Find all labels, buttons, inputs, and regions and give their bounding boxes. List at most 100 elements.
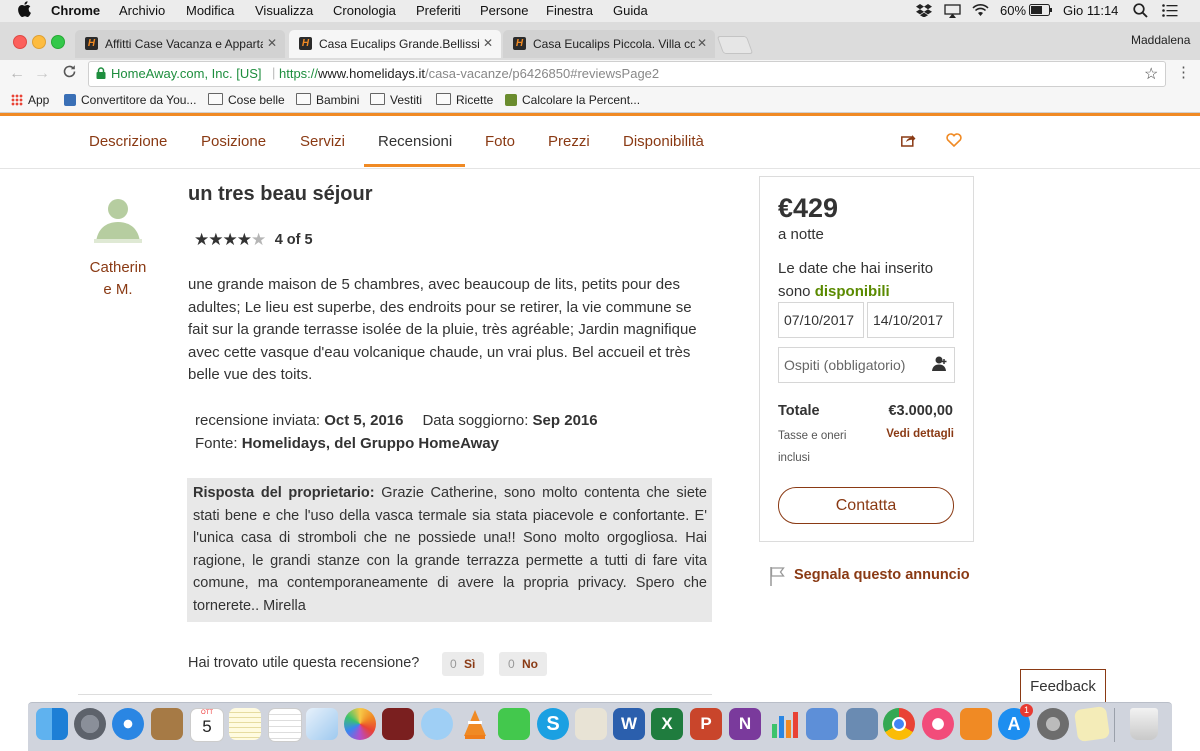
nav-prezzi[interactable]: Prezzi: [548, 133, 590, 150]
menu-modifica[interactable]: Modifica: [186, 3, 234, 18]
bookmark-star-icon[interactable]: ☆: [1144, 64, 1158, 84]
lock-icon: [96, 67, 106, 82]
vlc-icon[interactable]: [459, 708, 491, 740]
bookmark-apps[interactable]: App: [11, 93, 49, 107]
dropbox-icon[interactable]: [916, 4, 932, 20]
ibooks-icon[interactable]: [960, 708, 992, 740]
photo-booth-icon[interactable]: [382, 708, 414, 740]
calendar-icon[interactable]: OTT 5: [190, 708, 224, 742]
reminders-icon[interactable]: [268, 708, 302, 742]
menubar-clock[interactable]: Gio 11:14: [1063, 3, 1118, 18]
checkout-date-input[interactable]: 14/10/2017: [867, 302, 954, 338]
bookmark-folder-bambini[interactable]: Bambini: [296, 93, 359, 107]
report-listing-link[interactable]: Segnala questo annuncio: [794, 567, 970, 583]
stickies-icon[interactable]: [1073, 705, 1111, 743]
heart-favorite-icon[interactable]: [946, 133, 962, 152]
notes-icon[interactable]: [229, 708, 261, 740]
onenote-icon[interactable]: N: [729, 708, 761, 740]
tab-casa-eucalips-piccola[interactable]: H Casa Eucalips Piccola. Villa co ✕: [503, 30, 715, 58]
close-tab-icon[interactable]: ✕: [483, 36, 493, 50]
profile-name[interactable]: Maddalena: [1131, 33, 1190, 47]
menu-persone[interactable]: Persone: [480, 3, 528, 18]
tab-affitti[interactable]: H Affitti Case Vacanza e Apparta ✕: [75, 30, 285, 58]
dock-separator: [1114, 708, 1115, 742]
wifi-icon[interactable]: [972, 3, 989, 20]
nav-recensioni[interactable]: Recensioni: [378, 133, 452, 150]
review-author[interactable]: Catherin e M.: [87, 257, 149, 301]
menu-cronologia[interactable]: Cronologia: [333, 3, 396, 18]
menu-guida[interactable]: Guida: [613, 3, 648, 18]
helpful-yes-button[interactable]: 0 Sì: [442, 652, 484, 676]
preview-icon[interactable]: [306, 708, 338, 740]
messages-icon[interactable]: [421, 708, 453, 740]
facetime-icon[interactable]: [498, 708, 530, 740]
menu-visualizza[interactable]: Visualizza: [255, 3, 313, 18]
apple-icon[interactable]: [18, 1, 31, 21]
new-tab-button[interactable]: [716, 36, 754, 54]
nav-posizione[interactable]: Posizione: [201, 133, 266, 150]
nav-descrizione[interactable]: Descrizione: [89, 133, 167, 150]
price-details-link[interactable]: Vedi dettagli: [880, 428, 954, 440]
system-preferences-icon[interactable]: [1037, 708, 1069, 740]
powerpoint-icon[interactable]: P: [690, 708, 722, 740]
taxes-line: Tasse e oneri: [778, 430, 847, 442]
nav-disponibilita[interactable]: Disponibilità: [623, 133, 704, 150]
itunes-icon[interactable]: [922, 708, 954, 740]
contacts-icon[interactable]: [151, 708, 183, 740]
calculator-icon: [505, 94, 517, 106]
window-close-button[interactable]: [13, 35, 27, 49]
flag-icon[interactable]: [769, 566, 789, 591]
rating-text: 4 of 5: [274, 232, 313, 248]
bookmark-folder-cose-belle[interactable]: Cose belle: [208, 93, 285, 107]
launchpad-icon[interactable]: [74, 708, 106, 740]
trash-icon[interactable]: [1130, 708, 1158, 740]
spotlight-icon[interactable]: [1133, 3, 1148, 21]
url-text[interactable]: https://www.homelidays.it/casa-vacanze/p…: [279, 66, 659, 81]
nav-foto[interactable]: Foto: [485, 133, 515, 150]
excel-icon[interactable]: X: [651, 708, 683, 740]
contact-button[interactable]: Contatta: [778, 487, 954, 524]
back-icon[interactable]: ←: [9, 65, 25, 83]
bookmark-folder-ricette[interactable]: Ricette: [436, 93, 493, 107]
feedback-button[interactable]: Feedback: [1020, 669, 1106, 703]
numbers-icon[interactable]: [768, 708, 800, 740]
folder-icon: [296, 93, 311, 105]
address-bar[interactable]: HomeAway.com, Inc. [US] | https://www.ho…: [88, 61, 1166, 87]
notification-center-icon[interactable]: [1162, 4, 1178, 20]
chrome-menu-icon[interactable]: ⋮: [1176, 65, 1191, 80]
guests-input[interactable]: Ospiti (obbligatorio): [778, 347, 955, 383]
bookmark-folder-vestiti[interactable]: Vestiti: [370, 93, 422, 107]
site-identity[interactable]: HomeAway.com, Inc. [US]: [111, 66, 262, 81]
bookmark-calcolare[interactable]: Calcolare la Percent...: [505, 93, 640, 107]
textedit-icon[interactable]: [575, 708, 607, 740]
tab-casa-eucalips-grande[interactable]: H Casa Eucalips Grande.Bellissin ✕: [289, 30, 501, 58]
checkin-date-input[interactable]: 07/10/2017: [778, 302, 864, 338]
menu-preferiti[interactable]: Preferiti: [416, 3, 461, 18]
helpful-no-button[interactable]: 0 No: [499, 652, 547, 676]
skype-icon[interactable]: S: [537, 708, 569, 740]
close-tab-icon[interactable]: ✕: [697, 36, 707, 50]
finder-icon[interactable]: [36, 708, 68, 740]
share-icon[interactable]: [901, 134, 916, 152]
app-store-icon[interactable]: A 1: [998, 704, 1033, 740]
window-minimize-button[interactable]: [32, 35, 46, 49]
chrome-icon[interactable]: [883, 708, 915, 740]
menu-archivio[interactable]: Archivio: [119, 3, 165, 18]
close-tab-icon[interactable]: ✕: [267, 36, 277, 50]
menu-chrome[interactable]: Chrome: [51, 3, 100, 18]
yes-count: 0: [450, 657, 457, 671]
airplay-icon[interactable]: [944, 4, 961, 21]
window-zoom-button[interactable]: [51, 35, 65, 49]
keynote-icon[interactable]: [806, 708, 838, 740]
reload-icon[interactable]: [62, 64, 77, 84]
forward-icon[interactable]: →: [34, 65, 50, 83]
battery-icon[interactable]: [1029, 4, 1053, 19]
nav-servizi[interactable]: Servizi: [300, 133, 345, 150]
checkout-date: 14/10/2017: [873, 312, 944, 328]
menu-finestra[interactable]: Finestra: [546, 3, 593, 18]
safari-icon[interactable]: [112, 708, 144, 740]
image-capture-icon[interactable]: [846, 708, 878, 740]
bookmark-convertitore[interactable]: Convertitore da You...: [64, 93, 196, 107]
photos-icon[interactable]: [344, 708, 376, 740]
word-icon[interactable]: W: [613, 708, 645, 740]
